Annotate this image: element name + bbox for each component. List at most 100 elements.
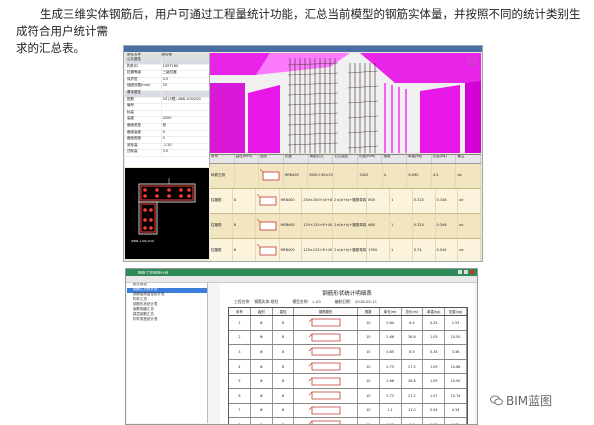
table-cell: 3 xyxy=(229,345,251,359)
table-cell: 8 xyxy=(229,418,251,424)
report-tree: 统计报表 钢筋汇总统计表 钢筋级别直径统计表 构件汇总 钢筋形状统计表 钢筋明细汇总 楼层钢… xyxy=(127,283,208,423)
table-cell: Φ xyxy=(251,374,273,388)
table-cell: 4 xyxy=(229,359,251,374)
table-cell: 1950 xyxy=(367,239,391,261)
property-value: 0 xyxy=(160,130,209,137)
rebar-shape-table-header: 序号 级别 直径 钢筋图形 根数 单长(m) 总长(m) 单重(kg) 总重(kg) xyxy=(229,308,467,316)
table-row[interactable]: 柱箍筋 8 HRB400 125×125+8+40 2×(b+h)+箍筋弯钩 1950 1 0… xyxy=(210,239,481,261)
table-row[interactable]: 4 Φ 8 10 2.75 27.5 1.09 10.86 xyxy=(229,359,467,375)
table-row[interactable]: 6 Φ 8 10 2.72 27.2 1.07 10.74 xyxy=(229,388,467,404)
table-cell: 8 xyxy=(233,214,256,238)
report-window-title: 钢筋工程量统计表 xyxy=(138,270,169,275)
table-cell: 柱箍筋 xyxy=(210,189,233,213)
table-cell: 8 xyxy=(273,316,295,330)
table-cell: 7 xyxy=(229,403,251,418)
table-cell xyxy=(235,164,260,188)
table-cell: HRB400 xyxy=(280,214,303,238)
table-row[interactable]: 2 Φ 8 10 2.66 26.6 1.05 10.50 xyxy=(229,330,467,346)
table-cell: HRB400 xyxy=(280,239,303,261)
table-cell: 10 xyxy=(358,403,380,418)
property-value xyxy=(160,90,209,97)
rebar-shape-icon xyxy=(256,214,280,238)
minimize-icon[interactable] xyxy=(458,270,462,274)
model-name: 模型名称： L-03 xyxy=(292,299,321,304)
tree-item[interactable]: 构件类型统计表 xyxy=(127,317,207,323)
property-name: 截面类型 xyxy=(127,122,141,127)
table-cell: ok xyxy=(458,189,481,213)
column-header: 简图公式 xyxy=(309,155,334,163)
close-icon[interactable] xyxy=(470,270,474,274)
intro-line-1: 生成三维实体钢筋后，用户可通过工程量统计功能，汇总当前模型的钢筋实体量，并按照不… xyxy=(16,7,581,38)
table-cell: 纵筋左侧 xyxy=(210,164,235,188)
table-row[interactable]: 柱箍筋 8 HRB400 250×200+40+8 2×(b+h)+箍筋弯钩 800 1 0.… xyxy=(210,189,481,214)
table-cell: 8 xyxy=(273,418,295,424)
property-row[interactable]: 编号 xyxy=(125,104,209,111)
table-row[interactable]: 5 Φ 8 10 2.66 26.6 1.05 10.50 xyxy=(229,374,467,389)
table-cell: Φ xyxy=(251,359,273,374)
table-cell: 0.38 xyxy=(423,418,446,424)
table-cell: 800 xyxy=(367,189,391,213)
column-header: 序号 xyxy=(210,155,235,163)
table-cell: 10 xyxy=(358,418,380,424)
table-cell: 柱箍筋 xyxy=(210,239,233,261)
table-cell: 2 xyxy=(229,330,251,345)
table-cell: 1 xyxy=(390,189,413,213)
rebar-shape-icon xyxy=(294,418,358,424)
report-date: 编制日期： 2018-05-11 xyxy=(334,299,378,304)
table-cell: 0.320 xyxy=(413,214,436,238)
maximize-icon[interactable] xyxy=(464,270,468,274)
column-header: 总重(kg) xyxy=(432,155,457,163)
property-value: 4200 xyxy=(160,117,209,123)
table-cell: 27.2 xyxy=(402,388,424,403)
property-value xyxy=(160,104,209,110)
table-cell: 2.75 xyxy=(380,359,402,374)
table-cell: 8 xyxy=(273,359,295,374)
table-row[interactable]: 纵筋左侧 HRB400 3601+40×20 3420 4 6.090 4.5 ok xyxy=(210,164,481,189)
table-cell: 2×(b+h)+箍筋弯钩 xyxy=(333,239,368,261)
property-name: 顶标高 xyxy=(127,149,138,154)
table-row[interactable]: 1 Φ 8 10 0.64 6.4 0.25 2.53 xyxy=(229,316,467,331)
table-cell: 8 xyxy=(273,374,295,388)
3d-rebar-viewport[interactable] xyxy=(210,53,481,153)
property-value: 矩 xyxy=(160,123,209,130)
table-cell: 26.6 xyxy=(402,330,424,345)
table-cell: 11.0 xyxy=(402,403,424,418)
table-cell: 2.66 xyxy=(380,374,402,388)
report-window-titlebar: 钢筋工程量统计表 xyxy=(126,269,477,276)
table-cell: 6 xyxy=(229,388,251,403)
table-cell: 3.36 xyxy=(445,345,467,359)
table-cell: 10.50 xyxy=(445,330,467,345)
property-row[interactable]: 顶标高 3.0 xyxy=(125,150,209,157)
rebar-shape-icon xyxy=(294,403,358,418)
table-row[interactable]: 3 Φ 8 10 0.85 8.5 0.34 3.36 xyxy=(229,345,467,360)
column-header: 直径(mm) xyxy=(235,155,260,163)
rebar-shape-icon xyxy=(256,239,280,261)
table-cell: 26.6 xyxy=(402,374,424,388)
table-cell: 1 xyxy=(390,239,413,261)
rebar-shape-icon xyxy=(259,164,284,188)
rebar-shape-icon xyxy=(294,388,358,403)
bim-watermark: BIM蓝图 xyxy=(490,392,552,409)
column-header: 级别 xyxy=(251,308,273,315)
property-name: 公共属性 xyxy=(127,57,141,61)
table-cell: Φ xyxy=(251,388,273,403)
property-value xyxy=(160,58,209,64)
column-header: 钢筋图形 xyxy=(294,308,358,315)
table-row[interactable]: 7 Φ 8 10 1.1 11.0 0.43 4.34 xyxy=(229,403,467,419)
table-cell: ok xyxy=(458,214,481,238)
column-header: 单重(kg) xyxy=(423,308,446,315)
column-header: 单重(kg) xyxy=(407,155,432,163)
rebar-shape-icon xyxy=(256,189,280,213)
table-row[interactable]: 8 Φ 8 10 0.95 9.5 0.38 3.75 xyxy=(229,418,467,424)
table-cell: ok xyxy=(458,239,481,261)
table-row[interactable]: 柱箍筋 8 HRB400 125+125+8+40 2×(b+h)+箍筋弯钩 680 1 0.… xyxy=(210,214,481,239)
property-row[interactable]: 配筋 20 (4根) 4Φ8-100/200 xyxy=(125,97,209,105)
table-cell xyxy=(334,164,359,188)
table-cell: 1.09 xyxy=(423,359,446,374)
report-page: 钢筋形状统计明细表 工程名称： 钢筋实体-框柱 模型名称： L-03 编制日期：… xyxy=(220,283,474,424)
quantity-report-screenshot: 钢筋工程量统计表 统计报表 钢筋汇总统计表 钢筋级别直径统计表 构件汇总 钢筋形状统计表… xyxy=(125,268,478,425)
column-header: 图形 xyxy=(259,155,284,163)
table-cell: 2×(b+h)+箍筋弯钩 xyxy=(333,214,368,238)
section-label: 4Φ8-100/200 xyxy=(131,240,155,243)
table-cell: 0.43 xyxy=(423,403,446,418)
